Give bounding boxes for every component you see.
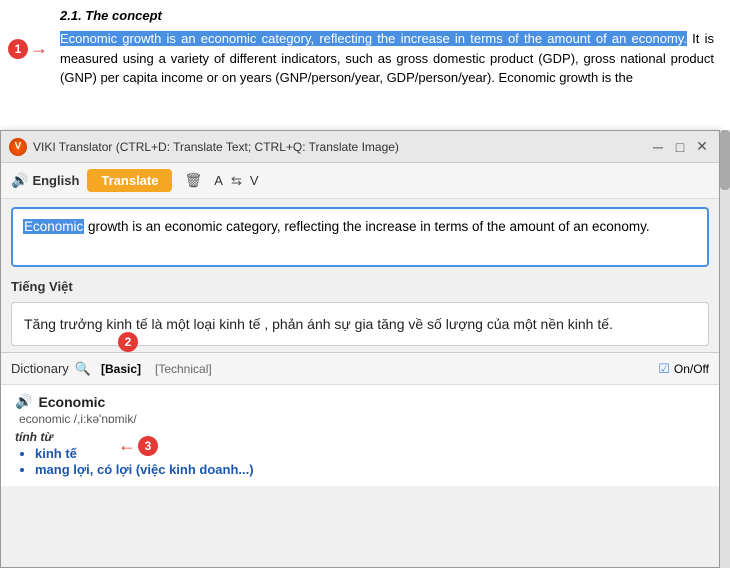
delete-button[interactable]: 🗑 (180, 170, 206, 191)
dictionary-label: Dictionary (11, 361, 69, 376)
arrow-right-1: → (30, 38, 48, 59)
title-bar: V VIKI Translator (CTRL+D: Translate Tex… (1, 131, 719, 163)
source-lang-text: English (32, 173, 79, 188)
translation-text: Tăng trưởng kinh tế là một loại kinh tế … (24, 316, 613, 332)
dictionary-content: 🔊 Economic economic /,i:kə'nɒmik/ tính t… (1, 385, 719, 486)
annotation-number-3: 3 (138, 436, 158, 456)
annotation-2: 2 (118, 332, 138, 352)
maximize-button[interactable]: □ (671, 138, 689, 156)
arrow-left-3: ← (118, 435, 136, 456)
target-language-label: Tiếng Việt (1, 275, 719, 298)
title-bar-left: V VIKI Translator (CTRL+D: Translate Tex… (9, 138, 399, 156)
swap-label: A (214, 173, 223, 188)
document-title: 2.1. The concept (60, 8, 714, 23)
highlighted-text: Economic growth is an economic category,… (60, 31, 687, 46)
source-text-rest: growth is an economic category, reflecti… (84, 219, 649, 234)
dictionary-section: Dictionary 🔍 [Basic] [Technical] ☑ On/Of… (1, 352, 719, 486)
minimize-button[interactable]: ─ (649, 138, 667, 156)
source-text-box[interactable]: Economic growth is an economic category,… (11, 207, 709, 267)
swap-arrows-icon: ⇆ (231, 173, 242, 189)
dictionary-onoff: ☑ On/Off (658, 361, 709, 377)
annotation-3: ← 3 (118, 435, 158, 456)
translator-toolbar: 🔊 English Translate 🗑 A ⇆ V (1, 163, 719, 199)
annotation-1: 1 → (8, 38, 48, 59)
onoff-label: On/Off (674, 362, 709, 376)
viki-logo-icon: V (9, 138, 27, 156)
document-text: Economic growth is an economic category,… (60, 29, 714, 88)
annotation-number-2: 2 (118, 332, 138, 352)
document-area: 2.1. The concept Economic growth is an e… (0, 0, 730, 130)
scrollbar-thumb[interactable] (720, 130, 730, 190)
dict-speaker-icon[interactable]: 🔊 (15, 393, 32, 410)
source-word-highlighted: Economic (23, 219, 84, 234)
dict-phonetic: economic /,i:kə'nɒmik/ (19, 412, 705, 426)
dict-tab-technical[interactable]: [Technical] (151, 360, 216, 378)
translator-window: V VIKI Translator (CTRL+D: Translate Tex… (0, 130, 720, 568)
onoff-checkbox-icon[interactable]: ☑ (658, 361, 670, 377)
close-button[interactable]: ✕ (693, 138, 711, 156)
dictionary-toolbar: Dictionary 🔍 [Basic] [Technical] ☑ On/Of… (1, 353, 719, 385)
swap-v-label: V (250, 173, 259, 188)
dict-meaning-2: mang lợi, có lợi (việc kinh doanh...) (35, 462, 705, 477)
annotation-number-1: 1 (8, 39, 28, 59)
speaker-icon: 🔊 (11, 172, 28, 189)
scrollbar[interactable] (720, 130, 730, 568)
window-controls: ─ □ ✕ (649, 138, 711, 156)
dict-tab-basic[interactable]: [Basic] (97, 360, 145, 378)
translation-box: Tăng trưởng kinh tế là một loại kinh tế … (11, 302, 709, 346)
dict-word-row: 🔊 Economic (15, 393, 705, 410)
translate-button[interactable]: Translate (87, 169, 172, 192)
window-title: VIKI Translator (CTRL+D: Translate Text;… (33, 140, 399, 154)
dictionary-search-icon[interactable]: 🔍 (75, 361, 91, 377)
source-language-label: 🔊 English (11, 172, 79, 189)
dict-headword: Economic (38, 394, 105, 410)
